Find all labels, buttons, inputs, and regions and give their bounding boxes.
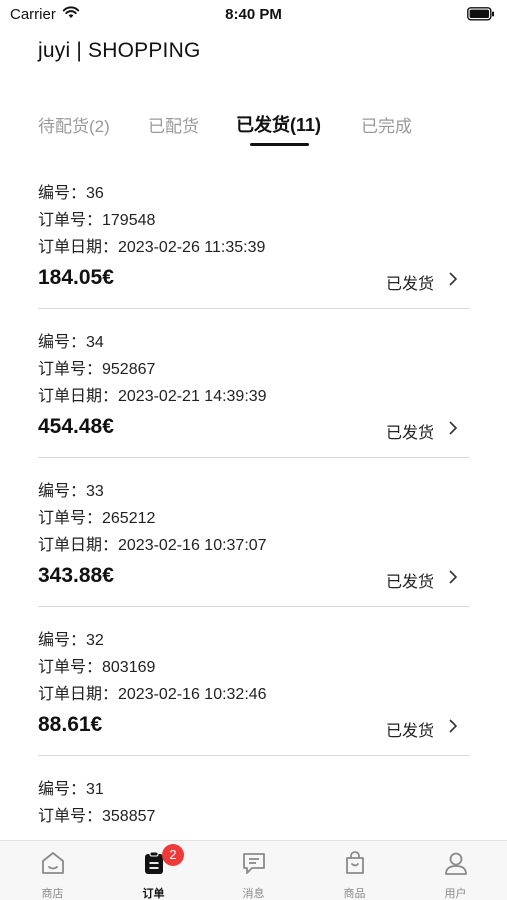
- order-date: 订单日期：2023-02-16 10:32:46: [38, 686, 267, 703]
- order-date: 订单日期：2023-02-21 14:39:39: [38, 388, 267, 405]
- tabbar-item-products[interactable]: 商品: [304, 841, 405, 900]
- chevron-right-icon: [449, 421, 458, 435]
- chevron-right-icon: [449, 570, 458, 584]
- order-status: 已发货: [386, 425, 435, 442]
- order-id: 订单号：803169: [38, 659, 156, 676]
- order-card[interactable]: 编号：32 订单号：803169 订单日期：2023-02-16 10:32:4…: [0, 607, 507, 756]
- tabbar-label-products: 商品: [343, 888, 366, 900]
- status-time: 8:40 PM: [225, 6, 282, 23]
- tabbar-item-shop[interactable]: 商店: [2, 841, 103, 900]
- order-id: 订单号：179548: [38, 212, 156, 229]
- order-status: 已发货: [386, 276, 435, 293]
- order-number: 编号：32: [38, 632, 104, 649]
- order-card[interactable]: 编号：31 订单号：358857: [0, 756, 507, 840]
- tab-pending-allocation[interactable]: 待配货(2): [38, 112, 110, 137]
- chevron-right-icon: [449, 272, 458, 286]
- tabbar-item-messages[interactable]: 消息: [203, 841, 304, 900]
- order-status: 已发货: [386, 574, 435, 591]
- tab-allocated[interactable]: 已配货: [148, 112, 199, 137]
- tabbar-label-shop: 商店: [41, 888, 64, 900]
- tabbar-label-user: 用户: [444, 888, 467, 900]
- bag-icon: [345, 851, 364, 874]
- order-card[interactable]: 编号：34 订单号：952867 订单日期：2023-02-21 14:39:3…: [0, 309, 507, 458]
- tabbar-label-orders: 订单: [142, 888, 165, 900]
- tabbar-label-messages: 消息: [242, 888, 265, 900]
- orders-badge: 2: [162, 844, 184, 866]
- order-number: 编号：34: [38, 334, 104, 351]
- order-price: 88.61€: [38, 713, 103, 736]
- order-number: 编号：31: [38, 781, 104, 798]
- shop-icon: [41, 852, 64, 874]
- order-id: 订单号：358857: [38, 808, 156, 825]
- order-date: 订单日期：2023-02-16 10:37:07: [38, 537, 267, 554]
- battery-icon: [467, 7, 494, 21]
- active-tab-indicator: [250, 143, 309, 146]
- order-status: 已发货: [386, 723, 435, 740]
- order-card[interactable]: 编号：33 订单号：265212 订单日期：2023-02-16 10:37:0…: [0, 458, 507, 607]
- tab-shipped[interactable]: 已发货(11): [236, 111, 321, 137]
- tabbar-item-user[interactable]: 用户: [405, 841, 506, 900]
- order-id: 订单号：265212: [38, 510, 156, 527]
- order-card[interactable]: 编号：36 订单号：179548 订单日期：2023-02-26 11:35:3…: [0, 160, 507, 309]
- tabbar-item-orders[interactable]: 订单: [103, 841, 204, 900]
- order-price: 184.05€: [38, 266, 114, 289]
- order-id: 订单号：952867: [38, 361, 156, 378]
- app-title: juyi | SHOPPING: [38, 39, 201, 62]
- order-price: 454.48€: [38, 415, 114, 438]
- order-list: 编号：36 订单号：179548 订单日期：2023-02-26 11:35:3…: [0, 160, 507, 840]
- status-bar: Carrier 8:40 PM: [0, 0, 507, 30]
- order-date: 订单日期：2023-02-26 11:35:39: [38, 239, 266, 256]
- bottom-tab-bar: 商店 订单 消息 商品 用户: [0, 840, 507, 900]
- tab-completed[interactable]: 已完成: [361, 112, 412, 137]
- order-price: 343.88€: [38, 564, 114, 587]
- message-icon: [242, 853, 265, 874]
- order-status-tabs: 待配货(2) 已配货 已发货(11) 已完成: [0, 110, 507, 150]
- user-icon: [444, 852, 467, 875]
- chevron-right-icon: [449, 719, 458, 733]
- order-number: 编号：33: [38, 483, 104, 500]
- order-number: 编号：36: [38, 185, 104, 202]
